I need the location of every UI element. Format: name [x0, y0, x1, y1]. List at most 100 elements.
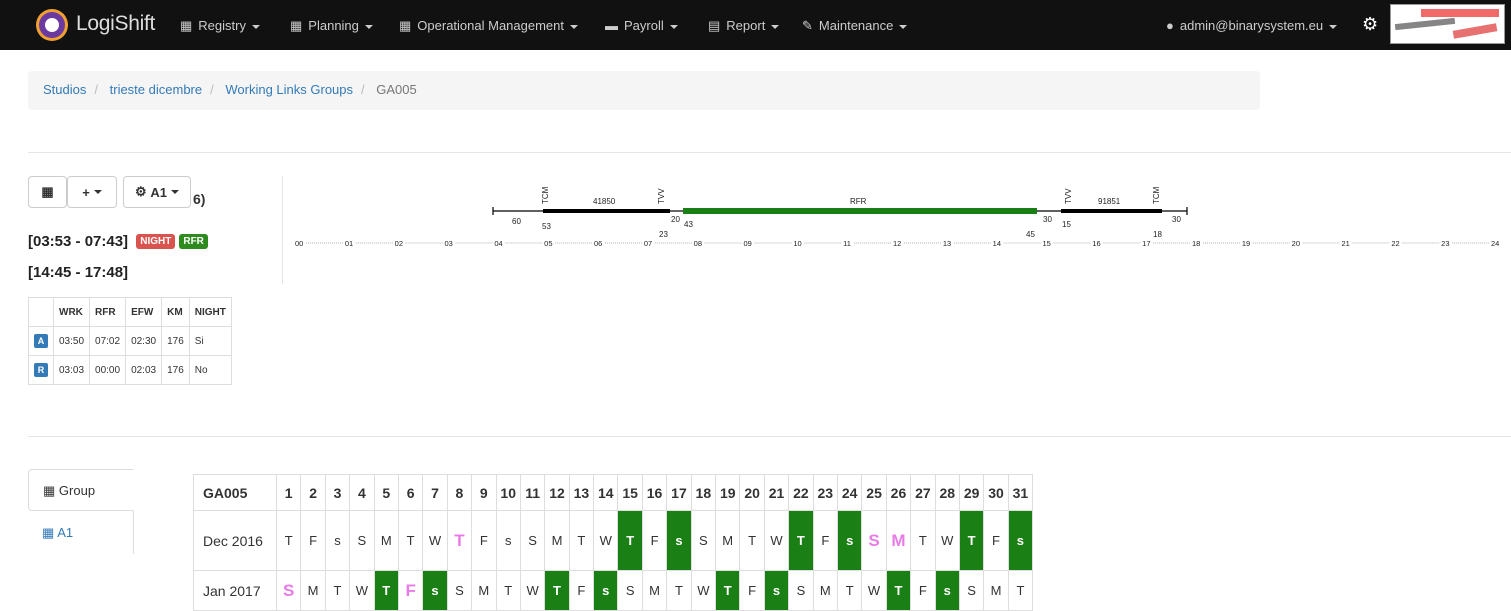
timeline-tick-label: 23 [1441, 239, 1449, 248]
timeline-tick-label: 24 [1491, 239, 1499, 248]
gear-icon[interactable]: ⚙ [1362, 14, 1378, 35]
timeline-tick-label: 13 [943, 239, 951, 248]
calendar-day-cell[interactable]: M [544, 510, 570, 571]
timeline-number: 18 [1153, 230, 1162, 239]
timeline-tick-label: 20 [1292, 239, 1300, 248]
user-menu[interactable]: ● admin@binarysystem.eu [1166, 18, 1338, 33]
day-header: 20 [739, 474, 765, 511]
timeline-tick-label: 09 [744, 239, 752, 248]
calendar-day-cell[interactable]: S [349, 510, 375, 571]
calendar-day-cell[interactable]: S [861, 510, 887, 571]
nav-operational-management[interactable]: ▦ Operational Management [399, 18, 578, 34]
tcm-label-1: TCM [541, 186, 550, 204]
calendar-day-cell[interactable]: T [788, 510, 814, 571]
calendar-day-cell[interactable]: T [958, 510, 985, 571]
calendar-button[interactable]: ▦ [28, 176, 67, 208]
timeline-tick-label: 17 [1142, 239, 1150, 248]
calendar-day-cell[interactable]: W [934, 510, 960, 571]
timeline-tick-label: 06 [594, 239, 602, 248]
timeline-tick-label: 04 [494, 239, 502, 248]
calendar-day-cell[interactable]: T [617, 510, 643, 571]
day-header: 16 [641, 474, 668, 511]
timeline-number: 60 [512, 217, 521, 226]
timeline-tick-label: 00 [295, 239, 303, 248]
calendar-day-cell[interactable]: s [324, 510, 351, 571]
day-header: 9 [471, 474, 497, 511]
timeline-axis: 00 01 02 03 04 05 06 07 08 09 10 11 12 13 14 15 16 17 18 19… [295, 239, 1499, 248]
calendar-grid: GA005 1 2 3 4 5 6 7 8 9 10 11 12 13 14 15 16 17 18 19 20 21 2… [193, 474, 1034, 611]
calendar-day-cell[interactable]: M [885, 510, 912, 571]
tab-group[interactable]: ▦ Group [28, 469, 134, 511]
row-badge-r: R [34, 363, 48, 377]
toolbar-suffix: 6) [193, 191, 206, 207]
divider [28, 152, 1511, 153]
calendar-day-cell[interactable]: M [715, 510, 741, 571]
calendar-day-cell[interactable]: W [593, 510, 619, 571]
timeline-number: 45 [1026, 230, 1035, 239]
rfr-bar [683, 208, 1037, 214]
calendar-day-cell[interactable]: T [568, 510, 595, 571]
nav-planning[interactable]: ▦ Planning [290, 18, 373, 34]
briefcase-icon: ▬ [605, 18, 618, 33]
calendar-day-cell[interactable]: T [910, 510, 936, 571]
nav-registry[interactable]: ▦ Registry [180, 18, 260, 34]
calendar-icon: ▦ [290, 18, 303, 33]
day-header: 7 [422, 474, 448, 511]
timeline-tick-label: 21 [1342, 239, 1350, 248]
day-header: 11 [519, 474, 546, 511]
day-header: 28 [934, 474, 960, 511]
nav-payroll[interactable]: ▬ Payroll [605, 18, 678, 33]
tvv-label-2: TVV [1064, 188, 1073, 204]
calendar-day-cell[interactable]: F [641, 510, 668, 571]
train-bar-91851 [1061, 209, 1162, 213]
calendar-day-cell[interactable]: F [983, 510, 1009, 571]
day-header: 23 [812, 474, 838, 511]
file-icon: ▤ [708, 18, 721, 33]
brand-name[interactable]: LogiShift [76, 12, 155, 36]
day-header: 10 [495, 474, 521, 511]
calendar-day-cell[interactable]: M [373, 510, 399, 571]
rfr-badge: RFR [179, 234, 208, 249]
add-button[interactable]: + [67, 176, 117, 208]
nav-maintenance[interactable]: ✎ Maintenance [802, 18, 908, 34]
calendar-icon: ▦ [41, 184, 54, 199]
rfr-label: RFR [850, 197, 867, 206]
day-header: 8 [446, 474, 473, 511]
breadcrumb-studios[interactable]: Studios [43, 82, 86, 97]
logo-icon[interactable] [36, 9, 68, 41]
calendar-day-cell[interactable]: F [300, 510, 326, 571]
calendar-day-cell[interactable]: T [275, 510, 302, 571]
timeline-tick-label: 22 [1391, 239, 1399, 248]
calendar-header-row: GA005 1 2 3 4 5 6 7 8 9 10 11 12 13 14 15 16 17 18 19 20 21 2… [193, 474, 1034, 511]
nav-report[interactable]: ▤ Report [708, 18, 780, 34]
calendar-day-cell[interactable]: s [495, 510, 521, 571]
group-select-button[interactable]: ⚙ A1 [123, 176, 191, 208]
breadcrumb-working-links-groups[interactable]: Working Links Groups [225, 82, 353, 97]
month-label: Dec 2016 [193, 510, 277, 571]
summary-table: WRK RFR EFW KM NIGHT A 03:50 07:02 02:30… [28, 297, 232, 385]
day-header: 31 [1007, 474, 1034, 511]
calendar-day-cell[interactable]: F [812, 510, 838, 571]
calendar-day-cell[interactable]: S [690, 510, 717, 571]
gear-icon: ⚙ [135, 184, 147, 199]
timeline-number: 20 [671, 215, 680, 224]
user-icon: ● [1166, 18, 1174, 33]
calendar-day-cell[interactable]: T [397, 510, 424, 571]
calendar-day-cell[interactable]: T [446, 510, 473, 571]
calendar-day-cell[interactable]: F [471, 510, 497, 571]
calendar-day-cell[interactable]: T [739, 510, 765, 571]
calendar-day-cell[interactable]: s [1007, 510, 1034, 571]
calendar-day-cell[interactable]: W [422, 510, 448, 571]
tab-a1[interactable]: ▦ A1 [28, 511, 134, 554]
calendar-icon: ▦ [43, 483, 56, 498]
calendar-day-cell[interactable]: s [666, 510, 692, 571]
day-header: 13 [568, 474, 595, 511]
divider [28, 436, 1511, 437]
breadcrumb-trieste[interactable]: trieste dicembre [110, 82, 202, 97]
timeline-tick-label: 08 [694, 239, 702, 248]
calendar-day-cell[interactable]: W [763, 510, 790, 571]
calendar-day-cell[interactable]: S [519, 510, 546, 571]
table-row: R 03:03 00:00 02:03 176 No [28, 355, 232, 385]
calendar-day-cell[interactable]: s [836, 510, 863, 571]
top-navbar: LogiShift ▦ Registry ▦ Planning ▦ Operation… [0, 0, 1511, 50]
